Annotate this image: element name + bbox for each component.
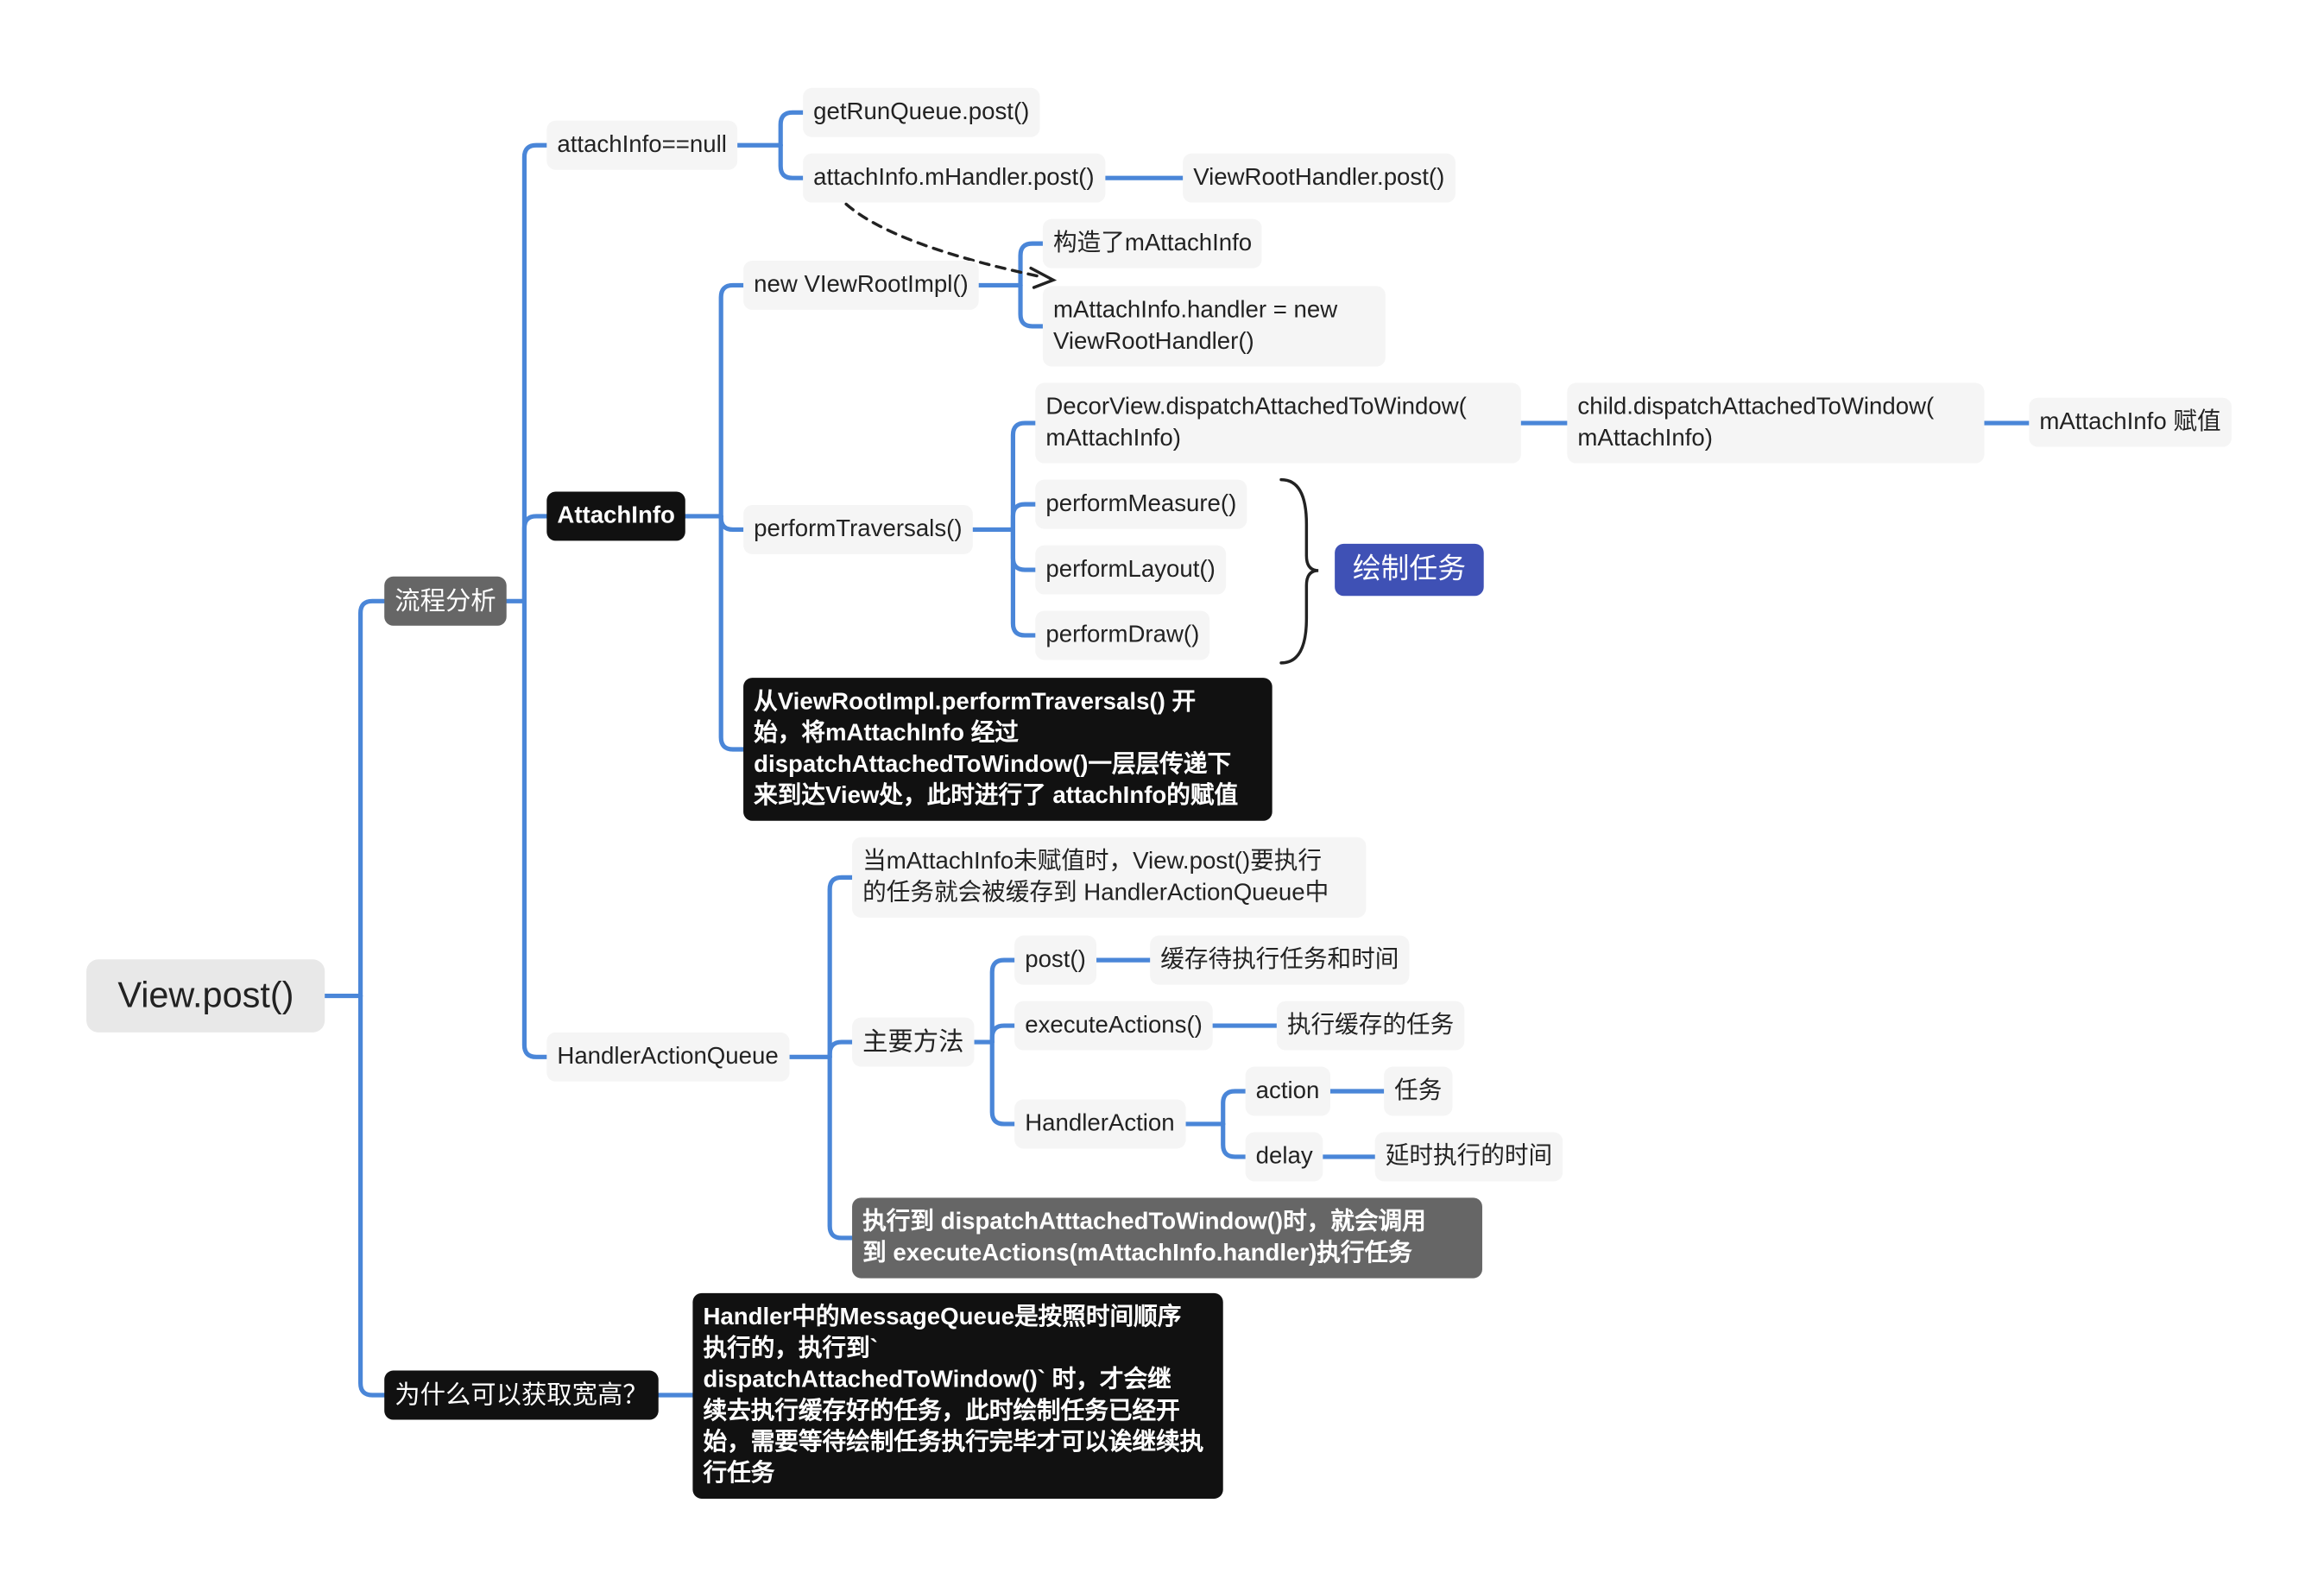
- connector-root-why: [358, 993, 387, 1398]
- connector-ai-anote: [718, 514, 746, 752]
- node-execute-actions[interactable]: executeActions(): [1014, 1001, 1213, 1051]
- note-haq[interactable]: 执行到 dispatchAtttachedToWindow()时，就会调用 到 …: [852, 1197, 1482, 1279]
- node-action-desc[interactable]: 任务: [1384, 1066, 1453, 1116]
- node-execute-desc[interactable]: 执行缓存的任务: [1276, 1001, 1465, 1051]
- node-attachinfo-null[interactable]: attachInfo==null: [546, 120, 737, 170]
- node-attachinfo[interactable]: AttachInfo: [546, 491, 685, 541]
- root-node[interactable]: View.post(): [86, 959, 325, 1033]
- node-action[interactable]: action: [1245, 1066, 1330, 1116]
- connector-haq-haqd: [827, 875, 855, 1059]
- node-child-dispatch[interactable]: child.dispatchAttachedToWindow( mAttachI…: [1567, 382, 1985, 464]
- node-delay[interactable]: delay: [1245, 1132, 1323, 1182]
- node-delay-desc[interactable]: 延时执行的时间: [1374, 1132, 1563, 1182]
- connector-flow-anull: [521, 142, 549, 603]
- connector-pt-pm: [1010, 502, 1038, 533]
- brace-draw-task: [1279, 477, 1319, 665]
- connector-mm-exe: [989, 1023, 1017, 1045]
- node-decor-dispatch[interactable]: DecorView.dispatchAttachedToWindow( mAtt…: [1035, 382, 1521, 464]
- connector-ha-dly: [1221, 1121, 1248, 1159]
- connector-flow-haq: [521, 598, 549, 1059]
- node-viewroothandler-post[interactable]: ViewRootHandler.post(): [1183, 153, 1456, 203]
- connector-pt-pd: [1010, 527, 1038, 638]
- node-main-methods[interactable]: 主要方法: [852, 1017, 975, 1067]
- connector-nvri-cons: [1018, 241, 1045, 288]
- connector-root-flow: [358, 598, 387, 999]
- connector-haq-mm: [827, 1039, 855, 1059]
- connector-haq-hnote: [827, 1054, 855, 1241]
- node-mhandler-post[interactable]: attachInfo.mHandler.post(): [803, 153, 1105, 203]
- node-haq-description[interactable]: 当mAttachInfo未赋值时，View.post()要执行 的任务就会被缓存…: [852, 837, 1367, 918]
- node-new-viewrootimpl[interactable]: new VIewRootImpl(): [743, 260, 979, 310]
- node-post[interactable]: post(): [1014, 935, 1096, 985]
- connector-pt-pl: [1010, 527, 1038, 572]
- note-attachinfo[interactable]: 从ViewRootImpl.performTraversals() 开 始，将m…: [743, 678, 1273, 821]
- node-mattachinfo-assign[interactable]: mAttachInfo 赋值: [2029, 397, 2232, 447]
- connector-ai-pt: [718, 514, 746, 533]
- mind-map-canvas: View.post() 流程分析 为什么可以获取宽高？ attachInfo==…: [0, 0, 2324, 1579]
- connector-pt-decor: [1010, 420, 1038, 533]
- connector-ai-nvri: [718, 282, 746, 519]
- node-getrunqueue-post[interactable]: getRunQueue.post(): [803, 87, 1040, 137]
- node-post-desc[interactable]: 缓存待执行任务和时间: [1150, 935, 1410, 985]
- node-perform-layout[interactable]: performLayout(): [1035, 545, 1226, 595]
- arrow-head-icon: [1029, 266, 1058, 289]
- node-draw-task[interactable]: 绘制任务: [1335, 543, 1484, 597]
- node-why-size[interactable]: 为什么可以获取宽高？: [384, 1370, 659, 1420]
- node-constructed-mattachinfo[interactable]: 构造了mAttachInfo: [1042, 218, 1263, 268]
- node-perform-traversals[interactable]: performTraversals(): [743, 504, 973, 554]
- node-handler-action[interactable]: HandlerAction: [1014, 1099, 1185, 1149]
- note-why-size[interactable]: Handler中的MessageQueue是按照时间顺序 执行的，执行到` di…: [692, 1292, 1223, 1499]
- node-handler-assign[interactable]: mAttachInfo.handler = new ViewRootHandle…: [1042, 286, 1386, 367]
- node-handleractionqueue[interactable]: HandlerActionQueue: [546, 1032, 789, 1082]
- connector-anull-grq: [778, 110, 805, 148]
- node-perform-measure[interactable]: performMeasure(): [1035, 479, 1247, 529]
- connector-flow-ai: [521, 514, 549, 603]
- connector-anull-mhp: [778, 142, 805, 180]
- connector-mm-ha: [989, 1039, 1017, 1127]
- node-perform-draw[interactable]: performDraw(): [1035, 610, 1210, 660]
- connector-nvri-hass: [1018, 282, 1045, 329]
- connector-ha-act: [1221, 1089, 1248, 1127]
- node-flow-analysis[interactable]: 流程分析: [384, 576, 507, 626]
